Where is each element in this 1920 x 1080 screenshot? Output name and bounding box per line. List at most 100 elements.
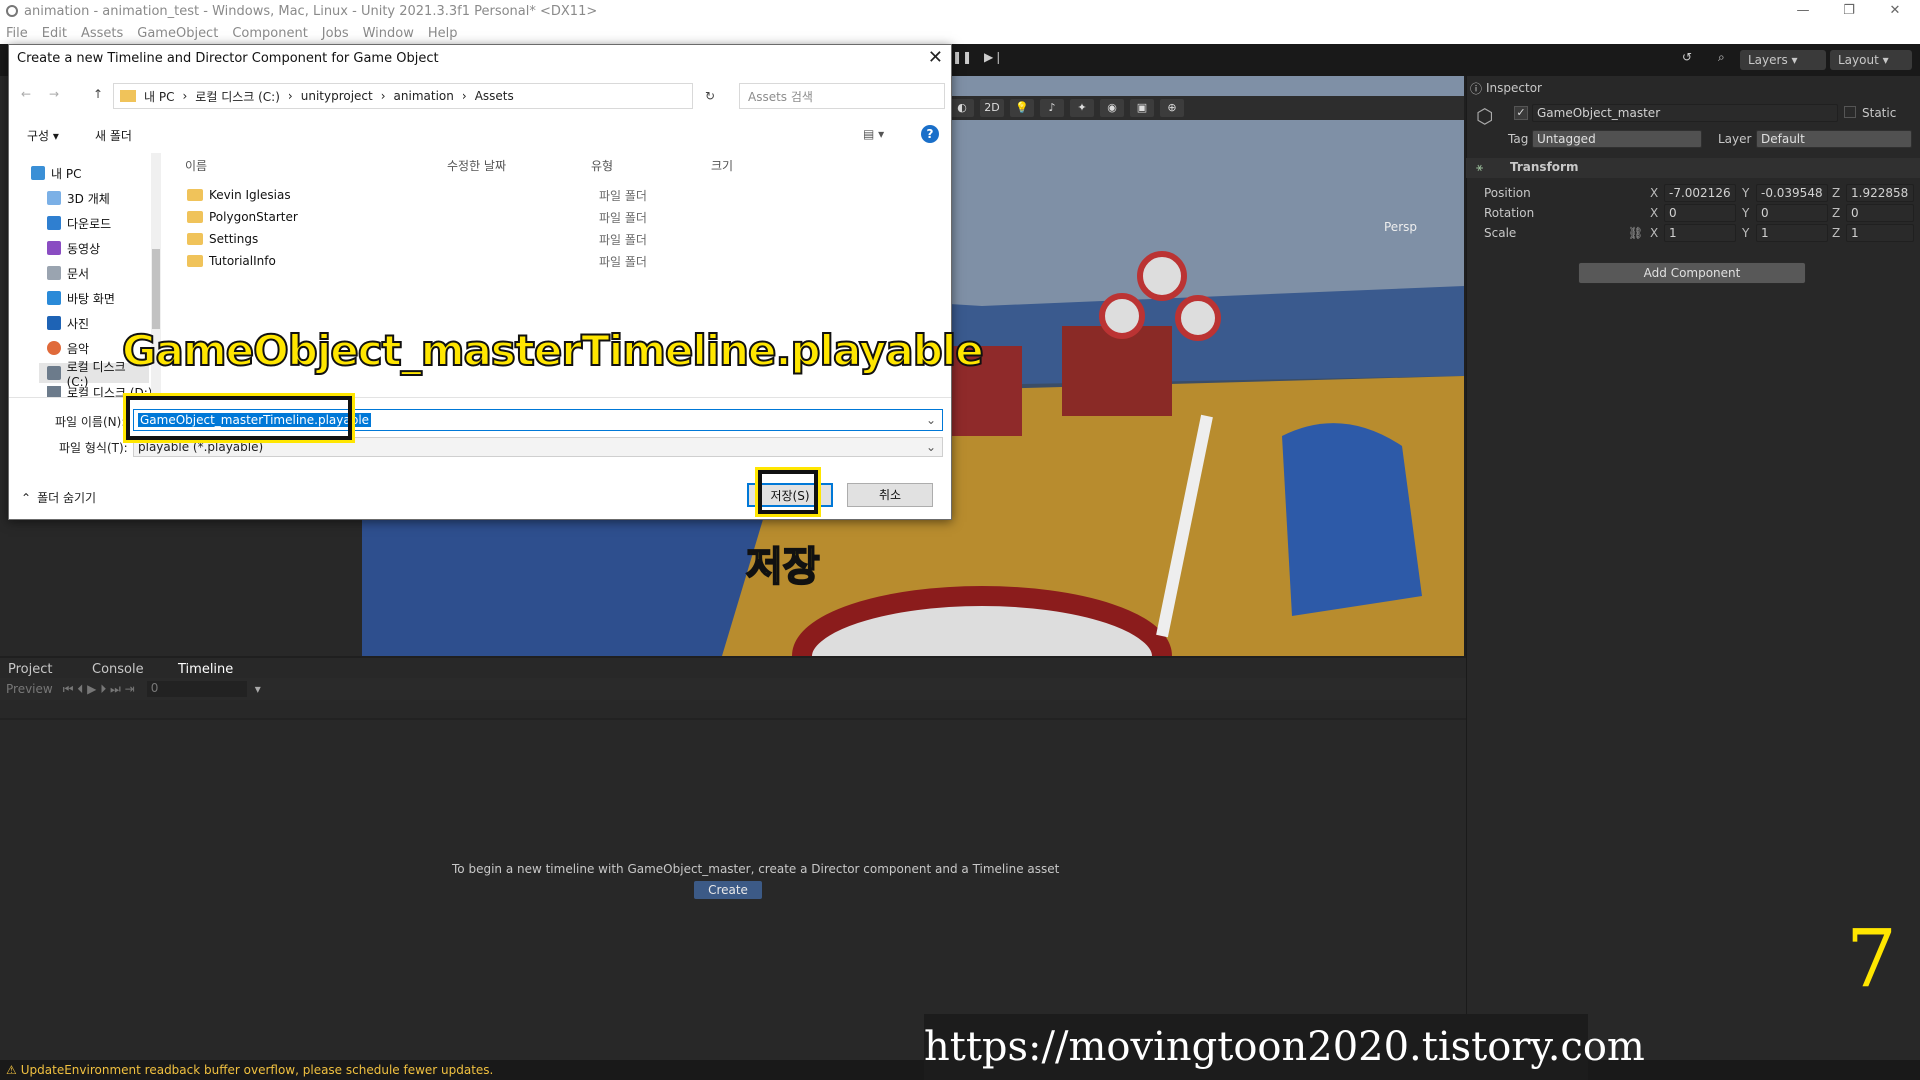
layout-dropdown[interactable]: Layout ▾ [1830,50,1912,70]
menu-edit[interactable]: Edit [42,26,67,41]
toggle-2d-button[interactable]: 2D [980,99,1004,117]
nav-scrollbar-thumb[interactable] [152,249,160,329]
effects-icon[interactable]: ✦ [1070,99,1094,117]
column-type[interactable]: 유형 [591,157,613,174]
column-modified[interactable]: 수정한 날짜 [447,157,506,174]
file-row[interactable]: TutorialInfo 파일 폴더 [187,251,787,271]
organize-button[interactable]: 구성 ▾ [27,127,59,144]
refresh-icon[interactable]: ↻ [705,89,715,103]
layers-dropdown[interactable]: Layers ▾ [1740,50,1826,70]
scale-x-field[interactable]: 1 [1664,224,1736,242]
frame-dropdown-icon[interactable]: ▾ [255,682,261,696]
forward-icon[interactable]: → [49,87,59,101]
lighting-icon[interactable]: 💡 [1010,99,1034,117]
up-icon[interactable]: ↑ [93,87,103,101]
column-size[interactable]: 크기 [711,157,733,174]
breadcrumb-5[interactable]: Assets [475,89,514,103]
help-icon[interactable]: ? [921,125,939,143]
create-timeline-button[interactable]: Create [694,881,762,899]
add-component-button[interactable]: Add Component [1578,262,1806,284]
nav-this-pc[interactable]: 내 PC [31,163,81,183]
breadcrumb-1[interactable]: 내 PC [144,88,174,105]
menu-component[interactable]: Component [232,26,307,41]
menu-gameobject[interactable]: GameObject [137,26,218,41]
rotation-x-field[interactable]: 0 [1664,204,1736,222]
camera-icon[interactable]: ▣ [1130,99,1154,117]
menu-bar: File Edit Assets GameObject Component Jo… [0,22,1920,44]
breadcrumb-4[interactable]: animation [394,89,454,103]
tab-timeline[interactable]: Timeline [178,662,233,677]
menu-window[interactable]: Window [363,26,414,41]
timeline-controls[interactable]: ⏮ ⏴ ▶ ⏵ ⏭ ⇥ [63,682,135,697]
shading-mode-icon[interactable]: ◐ [950,99,974,117]
filename-caption: GameObject_masterTimeline.playable [121,325,985,376]
file-row[interactable]: PolygonStarter 파일 폴더 [187,207,787,227]
persp-label[interactable]: Persp [1384,220,1417,234]
pause-icon[interactable]: ❚❚ [952,50,972,64]
nav-music[interactable]: 음악 [47,338,89,358]
object-name-field[interactable]: GameObject_master [1532,104,1838,122]
history-icon[interactable]: ↺ [1682,50,1692,64]
scale-z-field[interactable]: 1 [1846,224,1914,242]
preview-button[interactable]: Preview [6,682,53,696]
file-type: 파일 폴더 [599,232,647,247]
gizmos-icon[interactable]: ⊕ [1160,99,1184,117]
tab-project[interactable]: Project [8,662,52,677]
nav-desktop[interactable]: 바탕 화면 [47,288,115,308]
frame-field[interactable]: 0 [146,681,247,697]
filetype-dropdown-icon[interactable]: ⌄ [926,440,936,454]
audio-icon[interactable]: ♪ [1040,99,1064,117]
tag-dropdown[interactable]: Untagged [1532,130,1702,148]
address-bar[interactable]: 내 PC › 로컬 디스크 (C:) › unityproject › animati… [113,83,693,109]
nav-documents[interactable]: 문서 [47,263,89,283]
restore-icon[interactable]: ❐ [1826,0,1872,22]
nav-pictures[interactable]: 사진 [47,313,89,333]
filename-dropdown-icon[interactable]: ⌄ [926,413,936,427]
nav-3d-objects[interactable]: 3D 개체 [47,188,110,208]
static-checkbox[interactable] [1844,106,1856,118]
position-y-field[interactable]: -0.039548 [1756,184,1828,202]
menu-assets[interactable]: Assets [81,26,123,41]
layer-dropdown[interactable]: Default [1756,130,1912,148]
axis-x: X [1650,186,1659,200]
nav-downloads[interactable]: 다운로드 [47,213,111,233]
position-x-field[interactable]: -7.002126 [1664,184,1736,202]
rotation-y-field[interactable]: 0 [1756,204,1828,222]
rotation-z-field[interactable]: 0 [1846,204,1914,222]
menu-help[interactable]: Help [428,26,458,41]
link-icon[interactable]: ⛓ [1628,226,1643,240]
back-icon[interactable]: ← [21,87,31,101]
status-message[interactable]: UpdateEnvironment readback buffer overfl… [21,1063,494,1077]
filetype-select[interactable]: playable (*.playable) ⌄ [133,437,943,457]
view-options-icon[interactable]: ▤ ▾ [863,127,884,141]
hide-folders-toggle[interactable]: ⌃ 폴더 숨기기 [21,489,96,506]
nav-videos[interactable]: 동영상 [47,238,100,258]
menu-jobs[interactable]: Jobs [322,26,349,41]
cancel-button[interactable]: 취소 [847,483,933,507]
close-icon[interactable]: ✕ [1872,0,1918,22]
file-row[interactable]: Kevin Iglesias 파일 폴더 [187,185,787,205]
file-name: Settings [209,232,259,246]
breadcrumb-2[interactable]: 로컬 디스크 (C:) [195,88,280,105]
hidden-objects-icon[interactable]: ◉ [1100,99,1124,117]
active-checkbox[interactable]: ✓ [1514,106,1528,120]
menu-file[interactable]: File [6,26,28,41]
timeline-hint: To begin a new timeline with GameObject_… [452,862,1060,876]
hide-folders-label: 폴더 숨기기 [37,491,97,505]
position-label: Position [1484,186,1531,200]
picture-icon [47,316,61,330]
transform-header[interactable]: ⚹ Transform [1466,158,1920,178]
scale-y-field[interactable]: 1 [1756,224,1828,242]
step-icon[interactable]: ▶❘ [984,50,1003,64]
minimize-icon[interactable]: — [1780,0,1826,22]
dialog-close-icon[interactable]: ✕ [928,47,943,68]
column-name[interactable]: 이름 [185,157,207,174]
search-icon[interactable]: ⌕ [1718,50,1725,65]
search-input[interactable]: Assets 검색 [739,83,945,109]
position-z-field[interactable]: 1.922858 [1846,184,1914,202]
breadcrumb-3[interactable]: unityproject [301,89,373,103]
new-folder-button[interactable]: 새 폴더 [95,127,132,144]
inspector-tab[interactable]: ⓘ Inspector [1470,78,1542,98]
file-row[interactable]: Settings 파일 폴더 [187,229,787,249]
tab-console[interactable]: Console [92,662,144,677]
